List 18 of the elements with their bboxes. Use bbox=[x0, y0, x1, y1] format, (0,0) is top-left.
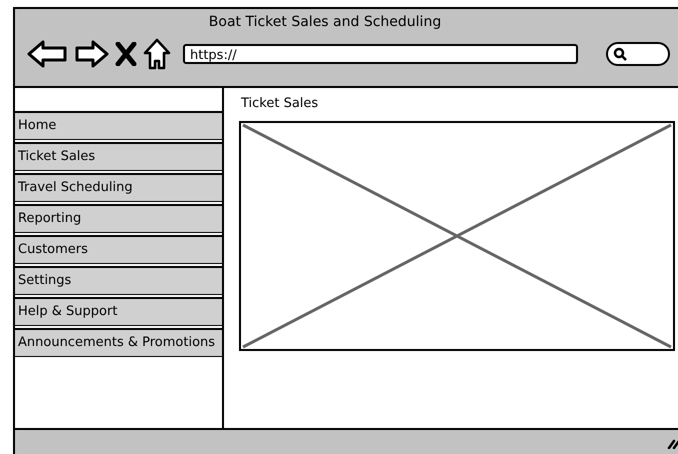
sidebar-item[interactable]: Help & Support bbox=[15, 297, 222, 326]
sidebar-item[interactable]: Customers bbox=[15, 235, 222, 264]
sidebar-item[interactable]: Settings bbox=[15, 266, 222, 295]
window-title: Boat Ticket Sales and Scheduling bbox=[208, 13, 442, 30]
sidebar-item[interactable]: Travel Scheduling bbox=[15, 173, 222, 202]
sidebar-item[interactable]: Announcements & Promotions bbox=[15, 328, 222, 357]
sidebar-item[interactable]: Home bbox=[15, 111, 222, 140]
forward-icon[interactable] bbox=[75, 39, 109, 69]
search-field[interactable] bbox=[606, 42, 670, 66]
home-icon[interactable] bbox=[143, 38, 171, 70]
close-icon[interactable] bbox=[115, 42, 137, 66]
sidebar-item[interactable]: Ticket Sales bbox=[15, 142, 222, 171]
resize-grip-icon[interactable] bbox=[667, 437, 678, 449]
address-field[interactable]: https:// bbox=[183, 44, 578, 64]
page-heading: Ticket Sales bbox=[241, 96, 320, 111]
sidebar-item[interactable]: Reporting bbox=[15, 204, 222, 233]
search-icon bbox=[613, 47, 627, 61]
back-icon[interactable] bbox=[27, 39, 69, 69]
